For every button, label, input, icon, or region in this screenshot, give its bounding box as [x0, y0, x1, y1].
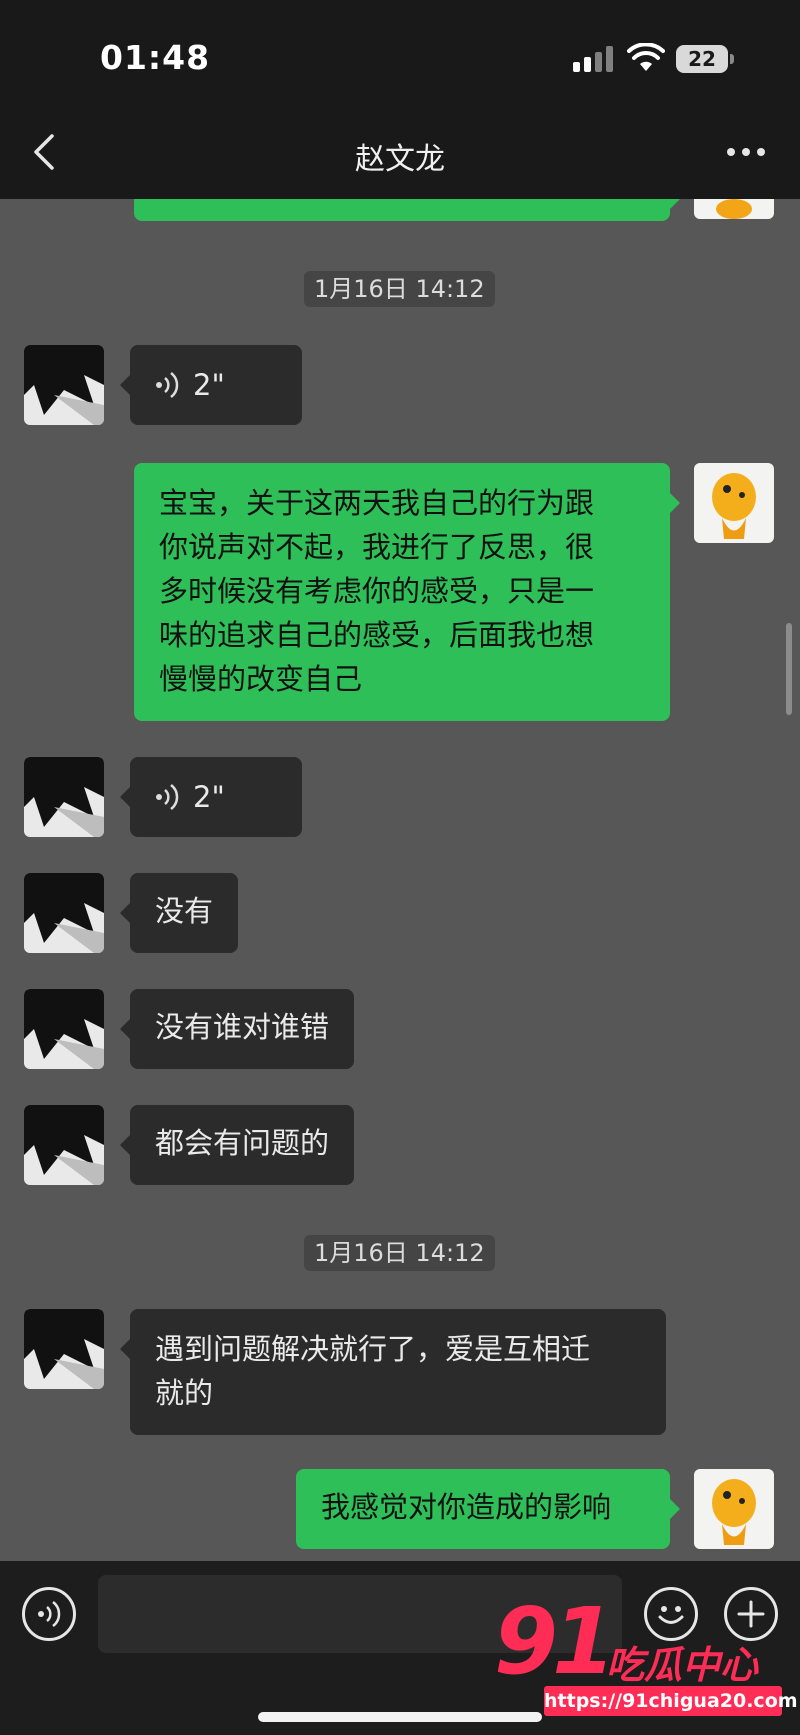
- message-line: 你说声对不起，我进行了反思，很: [159, 530, 595, 564]
- contact-avatar[interactable]: [24, 757, 104, 837]
- message-line: 没有谁对谁错: [155, 1010, 330, 1044]
- watermark-name: 吃瓜中心: [606, 1643, 759, 1687]
- sent-message[interactable]: 我感觉对你造成的影响: [296, 1469, 680, 1549]
- message-line: 多时候没有考虑你的感受，只是一: [159, 574, 595, 608]
- smiley-icon: [658, 1606, 684, 1624]
- contact-avatar[interactable]: [24, 873, 104, 953]
- received-message[interactable]: 没有谁对谁错: [119, 989, 355, 1069]
- message-line: 我感觉对你造成的影响: [321, 1490, 612, 1524]
- plus-icon: [737, 1600, 765, 1628]
- voice-message[interactable]: 2": [120, 757, 302, 837]
- top-bar: 01:48 22 赵文龙: [0, 0, 800, 199]
- received-message[interactable]: 没有: [119, 873, 239, 953]
- previous-message-bubble: [134, 199, 680, 221]
- timestamp: 1月16日 14:12: [304, 1235, 495, 1271]
- received-message[interactable]: 都会有问题的: [119, 1105, 355, 1185]
- voice-duration: 2": [193, 780, 225, 814]
- voice-message[interactable]: 2": [120, 345, 302, 425]
- voice-wave-icon: [38, 1601, 61, 1627]
- emoji-button[interactable]: [644, 1587, 698, 1641]
- watermark-url: https://91chigua20.com: [544, 1686, 798, 1716]
- wifi-icon: [627, 43, 665, 71]
- cellular-signal-icon: [573, 46, 615, 72]
- contact-avatar[interactable]: [24, 989, 104, 1069]
- message-line: 味的追求自己的感受，后面我也想: [159, 618, 595, 652]
- contact-avatar[interactable]: [24, 1105, 104, 1185]
- scrollbar[interactable]: [786, 623, 792, 715]
- contact-avatar[interactable]: [24, 345, 104, 425]
- more-functions-button[interactable]: [724, 1587, 778, 1641]
- more-options-icon[interactable]: [727, 148, 767, 158]
- chat-area[interactable]: 1月16日 14:12 2" 宝宝，关于这两天我自己的行为跟 你说声对不起，我进…: [0, 199, 800, 1561]
- status-time: 01:48: [100, 38, 211, 77]
- sent-message[interactable]: 宝宝，关于这两天我自己的行为跟 你说声对不起，我进行了反思，很 多时候没有考虑你…: [134, 463, 680, 721]
- my-avatar[interactable]: [694, 463, 774, 543]
- voice-duration: 2": [193, 368, 225, 402]
- message-line: 慢慢的改变自己: [159, 662, 363, 696]
- received-message[interactable]: 遇到问题解决就行了，爱是互相迁 就的: [120, 1309, 666, 1435]
- timestamp: 1月16日 14:12: [304, 271, 495, 307]
- message-line: 遇到问题解决就行了，爱是互相迁: [155, 1332, 591, 1366]
- watermark-number: 91: [494, 1588, 616, 1695]
- voice-wave-icon: [156, 784, 179, 810]
- voice-input-button[interactable]: [22, 1587, 76, 1641]
- my-avatar[interactable]: [694, 1469, 774, 1549]
- contact-avatar[interactable]: [24, 1309, 104, 1389]
- message-line: 就的: [155, 1376, 214, 1410]
- message-line: 没有: [155, 894, 214, 928]
- battery-icon: 22: [676, 45, 734, 73]
- voice-wave-icon: [156, 372, 179, 398]
- chat-title: 赵文龙: [355, 142, 445, 177]
- message-line: 宝宝，关于这两天我自己的行为跟: [159, 486, 595, 520]
- message-line: 都会有问题的: [155, 1126, 330, 1160]
- home-indicator: [258, 1712, 542, 1722]
- my-avatar[interactable]: [694, 199, 774, 219]
